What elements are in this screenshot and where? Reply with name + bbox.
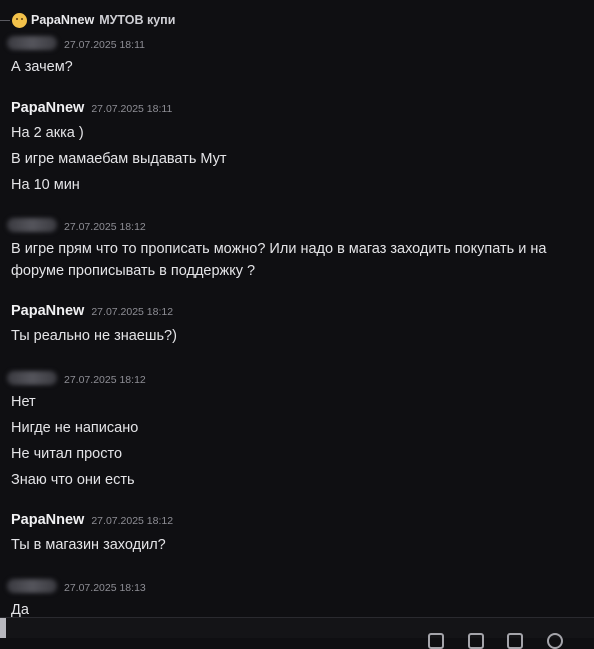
message-timestamp: 27.07.2025 18:11 bbox=[91, 103, 173, 115]
reply-connector-line bbox=[0, 19, 10, 21]
reply-author[interactable]: PapaNnew bbox=[31, 13, 94, 27]
message-author[interactable]: PapaNnew bbox=[11, 100, 84, 116]
message-text: В игре прям что то прописать можно? Или … bbox=[11, 241, 547, 279]
message-text: Не читал просто bbox=[11, 446, 123, 462]
reply-text: МУТОВ купи bbox=[99, 13, 176, 27]
message-group: PapaNnew 27.07.2025 18:12 Ты реально не … bbox=[11, 303, 594, 349]
message-text: Ты в магазин заходил? bbox=[11, 537, 166, 553]
blurred-username bbox=[7, 218, 57, 232]
message-text: Знаю что они есть bbox=[11, 472, 135, 488]
message-text: На 10 мин bbox=[11, 177, 80, 193]
message-text: Нигде не написано bbox=[11, 420, 139, 436]
message-text: В игре мамаебам выдавать Мут bbox=[11, 151, 227, 167]
message-group: 27.07.2025 18:12 Нет Нигде не написано Н… bbox=[7, 369, 594, 493]
message-timestamp: 27.07.2025 18:12 bbox=[64, 221, 146, 233]
message-composer[interactable] bbox=[0, 617, 594, 649]
message-text: На 2 акка ) bbox=[11, 125, 84, 141]
gif-icon[interactable] bbox=[468, 633, 484, 649]
message-text: А зачем? bbox=[11, 59, 73, 75]
message-text: Ты реально не знаешь?) bbox=[11, 328, 177, 344]
message-group: 27.07.2025 18:11 А зачем? bbox=[7, 34, 594, 80]
composer-left-edge bbox=[0, 618, 6, 638]
message-group: PapaNnew 27.07.2025 18:12 Ты в магазин з… bbox=[11, 512, 594, 558]
reply-reference[interactable]: PapaNnew МУТОВ купи bbox=[0, 10, 175, 30]
blurred-username bbox=[7, 371, 57, 385]
gift-icon[interactable] bbox=[428, 633, 444, 649]
message-group: 27.07.2025 18:12 В игре прям что то проп… bbox=[7, 216, 594, 282]
message-author[interactable]: PapaNnew bbox=[11, 303, 84, 319]
message-author[interactable]: PapaNnew bbox=[11, 512, 84, 528]
avatar-emoji-icon bbox=[12, 12, 27, 28]
message-timestamp: 27.07.2025 18:12 bbox=[91, 306, 174, 318]
message-timestamp: 27.07.2025 18:13 bbox=[64, 582, 146, 594]
message-timestamp: 27.07.2025 18:12 bbox=[91, 515, 174, 527]
message-timestamp: 27.07.2025 18:12 bbox=[64, 374, 146, 386]
blurred-username bbox=[7, 579, 57, 593]
blurred-username bbox=[7, 36, 57, 50]
message-timestamp: 27.07.2025 18:11 bbox=[64, 39, 145, 51]
message-text: Нет bbox=[11, 394, 36, 410]
sticker-icon[interactable] bbox=[507, 633, 523, 649]
message-group: PapaNnew 27.07.2025 18:11 На 2 акка ) В … bbox=[11, 100, 594, 198]
emoji-icon[interactable] bbox=[547, 633, 563, 649]
